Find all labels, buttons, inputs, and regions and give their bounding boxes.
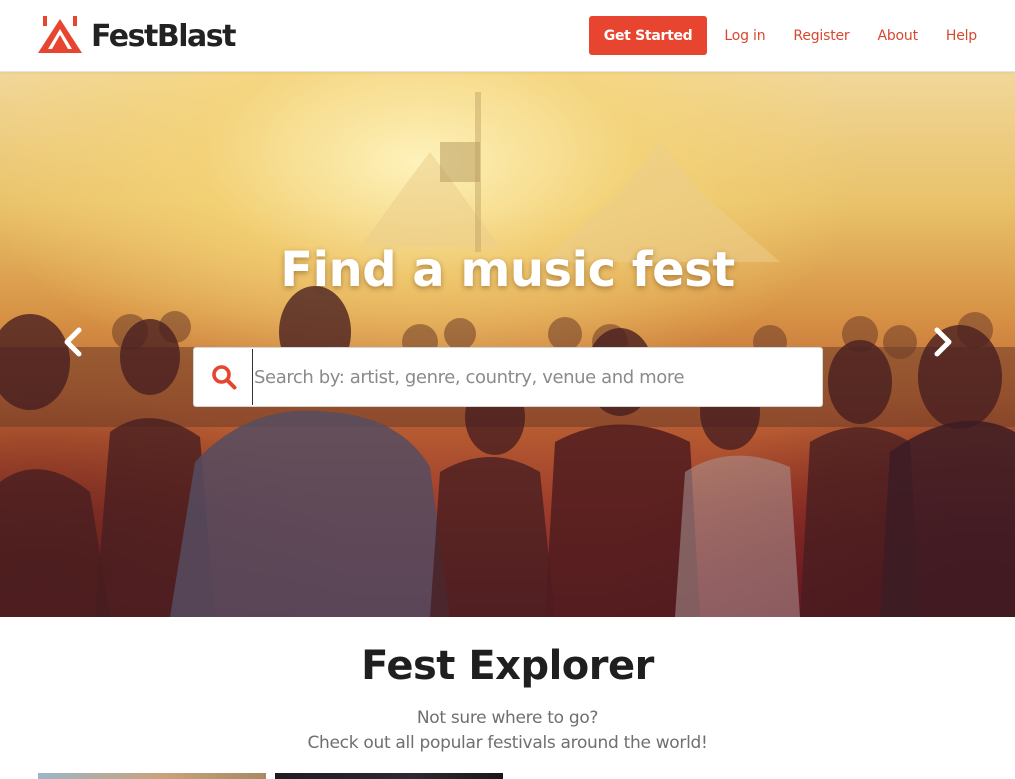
chevron-left-icon: [64, 327, 82, 357]
festival-crowd-image: [0, 92, 1015, 617]
hero-title: Find a music fest: [280, 242, 735, 298]
festival-card-thumbnail[interactable]: [275, 773, 503, 779]
carousel-prev-button[interactable]: [58, 325, 88, 359]
search-input[interactable]: [252, 349, 822, 405]
about-link[interactable]: About: [877, 28, 918, 44]
section-subtitle: Not sure where to go? Check out all popu…: [0, 706, 1015, 756]
subtitle-line: Not sure where to go?: [416, 708, 599, 728]
subtitle-line: Check out all popular festivals around t…: [307, 733, 708, 753]
register-link[interactable]: Register: [793, 28, 849, 44]
chevron-right-icon: [934, 327, 952, 357]
search-icon: [212, 365, 237, 390]
brand-logo[interactable]: FestBlast: [38, 15, 236, 57]
festival-card-thumbnail[interactable]: [38, 773, 266, 779]
get-started-button[interactable]: Get Started: [588, 16, 708, 55]
top-navbar: FestBlast Get Started Log in Register Ab…: [0, 0, 1015, 72]
search-icon-wrap[interactable]: [194, 348, 254, 406]
help-link[interactable]: Help: [946, 28, 977, 44]
login-link[interactable]: Log in: [724, 28, 765, 44]
hero-carousel: Find a music fest: [0, 72, 1015, 617]
search-bar[interactable]: [193, 347, 823, 407]
header-nav: Get Started Log in Register About Help: [588, 16, 977, 55]
carousel-next-button[interactable]: [928, 325, 958, 359]
logo-text: FestBlast: [91, 18, 236, 54]
tent-logo-icon: [38, 16, 82, 53]
section-title: Fest Explorer: [361, 643, 654, 689]
